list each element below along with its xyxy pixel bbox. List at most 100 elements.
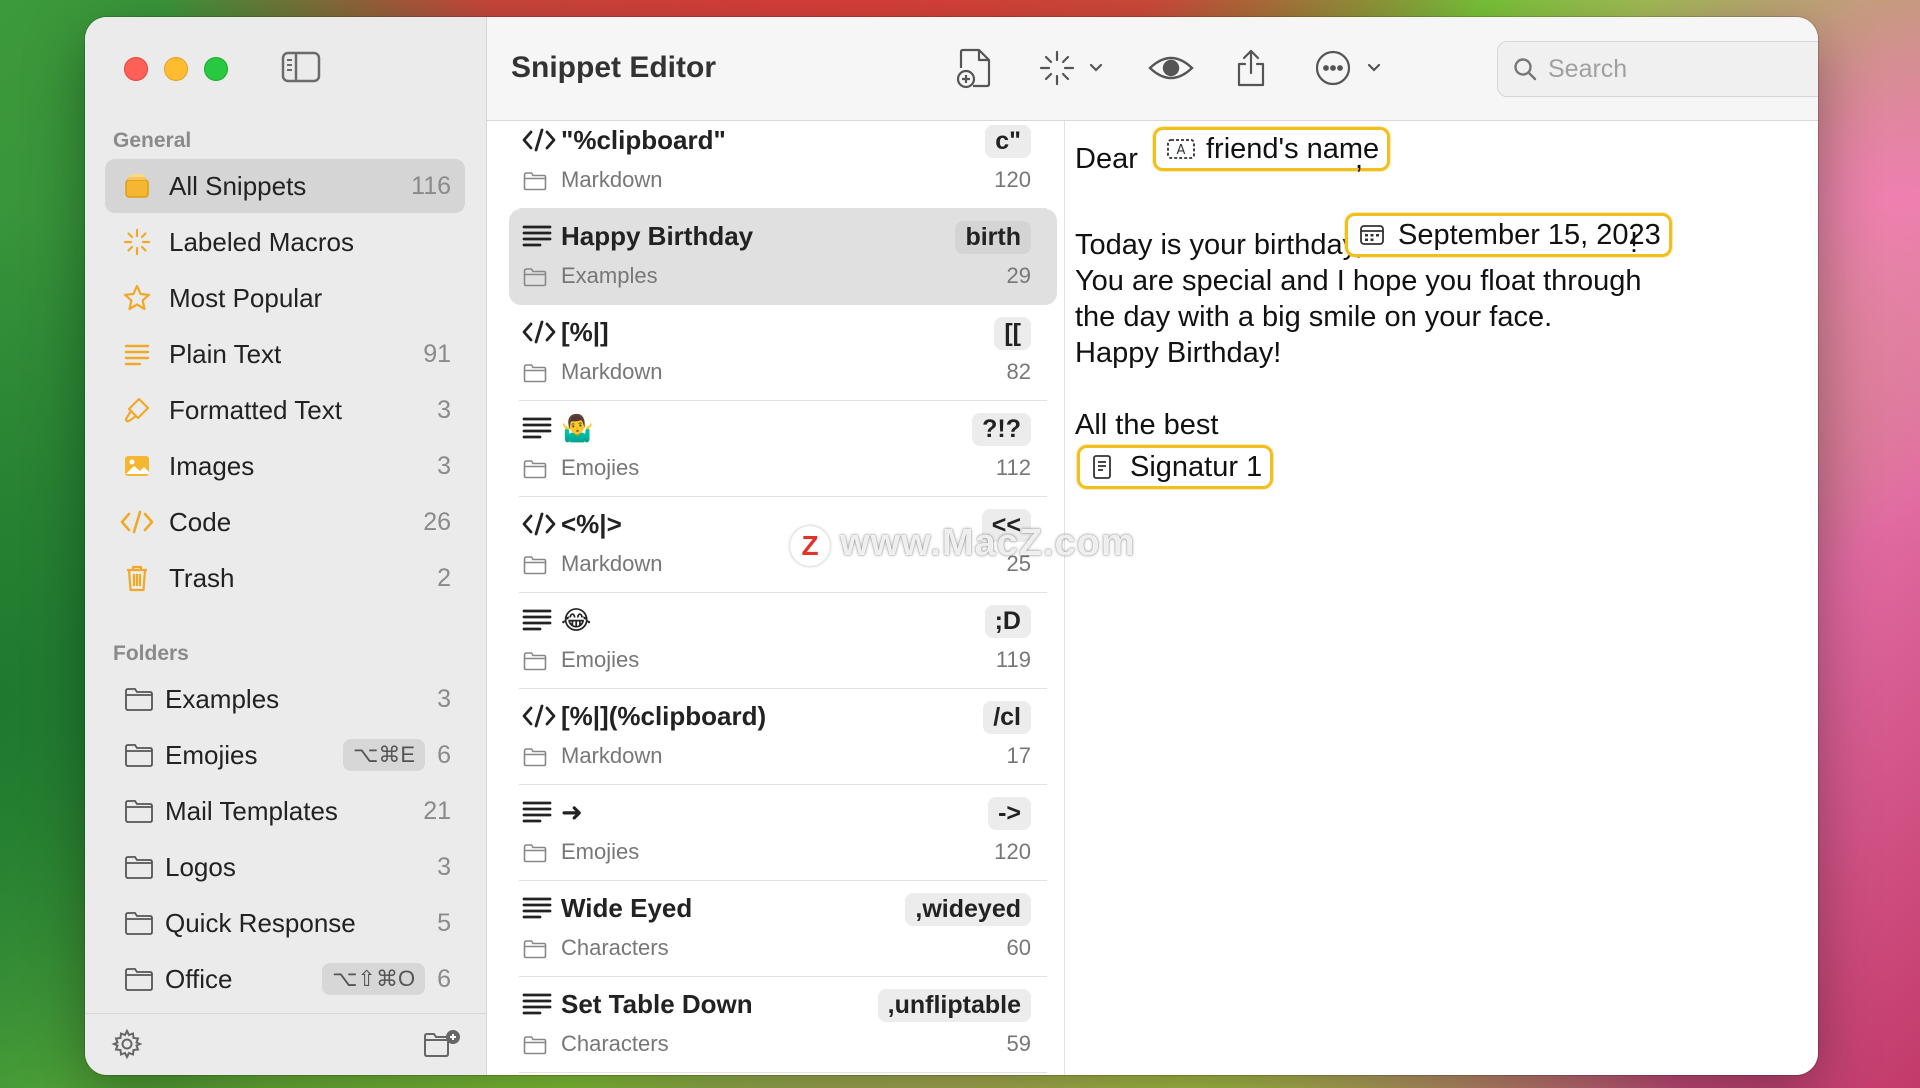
sidebar-item-count: 5	[437, 908, 451, 937]
snippet-row[interactable]: Happy Birthday birth Examples 29	[509, 209, 1057, 305]
sidebar-toggle-icon[interactable]	[281, 51, 321, 83]
snippet-folder: Markdown	[561, 167, 663, 192]
snippet-name: 😂	[561, 605, 592, 635]
text-lines-icon	[522, 894, 556, 922]
snippet-row[interactable]: "%clipboard" c" Markdown 120	[509, 121, 1057, 209]
date-placeholder-token[interactable]: September 15, 2023	[1345, 213, 1672, 257]
snippet-row[interactable]: ➜ -> Emojies 120	[509, 785, 1057, 881]
snippet-folder: Characters	[561, 1031, 669, 1056]
new-folder-icon[interactable]	[423, 1028, 461, 1065]
sidebar-item-all-snippets[interactable]: All Snippets 116	[105, 159, 465, 213]
sidebar-item-count: 26	[423, 507, 451, 536]
snippet-folder: Markdown	[561, 359, 663, 384]
close-button[interactable]	[124, 57, 148, 81]
new-snippet-icon[interactable]	[955, 45, 995, 91]
snippet-usage-count: 120	[994, 839, 1031, 864]
lines-icon	[119, 336, 155, 372]
share-icon[interactable]	[1233, 45, 1269, 91]
text-lines-icon	[522, 222, 556, 250]
macro-menu-icon[interactable]	[1037, 45, 1107, 91]
snippet-name: [%|](%clipboard)	[561, 701, 767, 731]
snippet-name: 🤷‍♂️	[561, 413, 594, 443]
shortcut-badge: ⌥⌘E	[343, 739, 426, 771]
sidebar-item-label: Quick Response	[165, 907, 356, 938]
folder-icon	[121, 681, 157, 717]
code-icon	[119, 504, 155, 540]
text-lines-icon	[522, 990, 556, 1018]
sidebar-item-code[interactable]: Code 26	[105, 495, 465, 549]
sidebar-item-images[interactable]: Images 3	[105, 439, 465, 493]
snippet-usage-count: 29	[1006, 263, 1031, 288]
sidebar-item-count: 6	[437, 964, 451, 993]
snippet-row[interactable]: [%|](%clipboard) /cl Markdown 17	[509, 689, 1057, 785]
toolbar: Snippet Editor Search	[487, 17, 1818, 121]
snippet-editor[interactable]: Dear A friend's name , Today is your bir…	[1065, 121, 1818, 1075]
snippet-row[interactable]: 😂 ;D Emojies 119	[509, 593, 1057, 689]
folder-icon	[121, 737, 157, 773]
folder-icon	[523, 363, 547, 383]
code-icon	[522, 318, 556, 346]
gear-icon[interactable]	[111, 1028, 143, 1065]
sidebar-item-label: Code	[169, 506, 232, 537]
sidebar-item-label: Plain Text	[169, 338, 282, 369]
sidebar-item-labeled-macros[interactable]: Labeled Macros	[105, 215, 465, 269]
sidebar-folder-office[interactable]: Office ⌥⇧⌘O 6	[105, 952, 465, 1006]
window-controls	[124, 57, 228, 81]
snippet-folder: Emojies	[561, 647, 640, 672]
more-options-icon[interactable]	[1313, 45, 1387, 91]
snippet-row[interactable]: Wide Eyed ,wideyed Characters 60	[509, 881, 1057, 977]
sidebar-folder-quick-response[interactable]: Quick Response 5	[105, 896, 465, 950]
sidebar-item-label: Emojies	[165, 739, 258, 770]
snippet-name: Wide Eyed	[561, 893, 693, 923]
sidebar-item-label: Images	[169, 450, 255, 481]
snippet-abbreviation: ->	[988, 797, 1031, 830]
snippet-row[interactable]: [%|] [[Markdown 82	[509, 305, 1057, 401]
sidebar-folder-mail-templates[interactable]: Mail Templates 21	[105, 784, 465, 838]
star-icon	[119, 280, 155, 316]
snippet-abbreviation: ,unfliptable	[877, 989, 1031, 1022]
snippet-list: "%clipboard" c" Markdown 120 Happy Birthday b…	[487, 121, 1065, 1075]
sidebar-item-count: 6	[437, 740, 451, 769]
snippet-abbreviation: ,wideyed	[905, 893, 1031, 926]
row-divider	[519, 1072, 1047, 1073]
zoom-button[interactable]	[204, 57, 228, 81]
sidebar-footer	[85, 1013, 486, 1075]
sidebar-item-count: 91	[423, 339, 451, 368]
snippet-folder: Markdown	[561, 551, 663, 576]
search-field[interactable]: Search	[1497, 41, 1818, 97]
brush-icon	[119, 392, 155, 428]
snippet-folder: Emojies	[561, 455, 640, 480]
section-folders-header: Folders	[113, 642, 189, 665]
snippet-abbreviation: [[	[994, 317, 1031, 350]
signature-snippet-token[interactable]: Signatur 1	[1077, 445, 1274, 489]
sidebar-item-label: Formatted Text	[169, 394, 342, 425]
document-icon	[1090, 454, 1122, 480]
sidebar-folder-logos[interactable]: Logos 3	[105, 840, 465, 894]
sidebar-item-count: 3	[437, 852, 451, 881]
sidebar-item-trash[interactable]: Trash 2	[105, 551, 465, 605]
preview-eye-icon[interactable]	[1147, 45, 1195, 91]
sidebar-item-count: 2	[437, 563, 451, 592]
code-icon	[522, 702, 556, 730]
folder-icon	[523, 747, 547, 767]
minimize-button[interactable]	[164, 57, 188, 81]
sidebar-item-most-popular[interactable]: Most Popular	[105, 271, 465, 325]
editor-text-line3: the day with a big smile on your face.	[1075, 301, 1553, 333]
snippet-usage-count: 17	[1006, 743, 1031, 768]
snippet-folder: Emojies	[561, 839, 640, 864]
sparkle-icon	[119, 224, 155, 260]
folder-icon	[121, 849, 157, 885]
sidebar-item-formatted-text[interactable]: Formatted Text 3	[105, 383, 465, 437]
snippet-row[interactable]: 🤷‍♂️?!? Emojies 112	[509, 401, 1057, 497]
window-title: Snippet Editor	[511, 51, 716, 84]
snippet-abbreviation: birth	[955, 221, 1031, 254]
snippet-usage-count: 59	[1006, 1031, 1031, 1056]
sidebar-folder-examples[interactable]: Examples 3	[105, 672, 465, 726]
folder-icon	[121, 905, 157, 941]
folder-icon	[523, 555, 547, 575]
sidebar-folder-emojies[interactable]: Emojies ⌥⌘E 6	[105, 728, 465, 782]
snippet-row[interactable]: Set Table Down ,unfliptable Characters 59	[509, 977, 1057, 1073]
sidebar-item-plain-text[interactable]: Plain Text 91	[105, 327, 465, 381]
folder-icon	[523, 1035, 547, 1055]
sidebar-item-label: Labeled Macros	[169, 226, 354, 257]
